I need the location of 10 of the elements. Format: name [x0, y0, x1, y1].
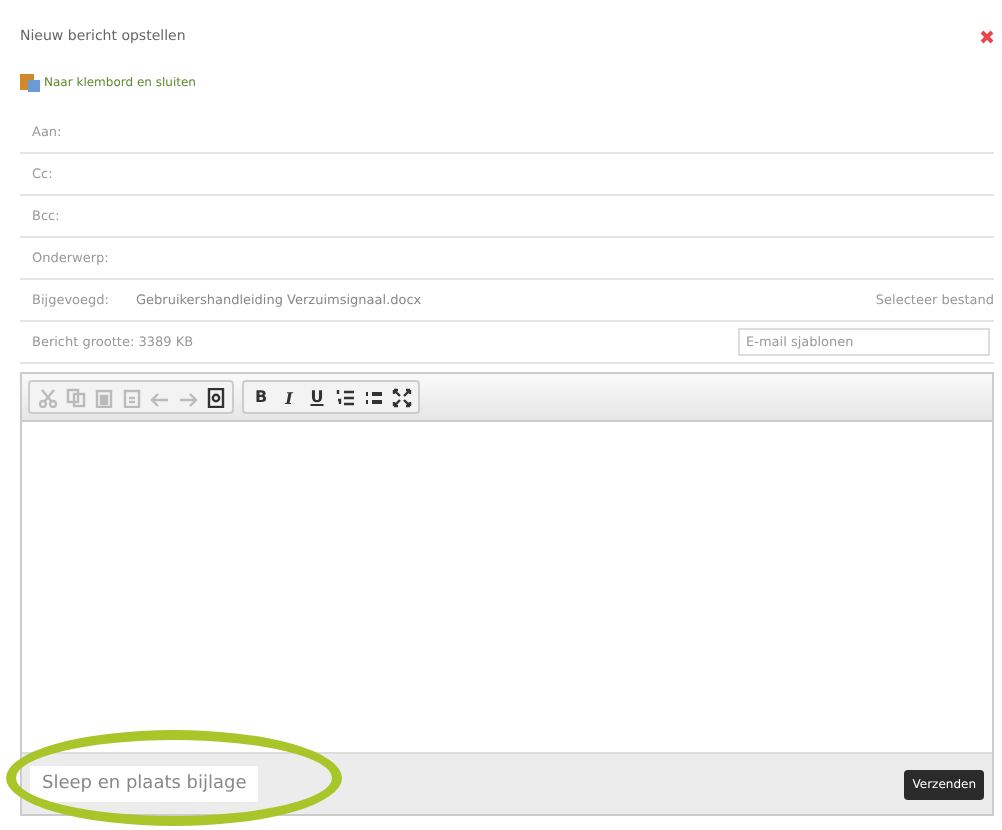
bold-button[interactable]: B	[250, 386, 272, 408]
italic-button[interactable]: I	[278, 386, 300, 408]
drop-zone[interactable]: Sleep en plaats bijlage	[30, 766, 259, 802]
clipboard-icon	[20, 72, 40, 92]
maximize-icon[interactable]	[390, 386, 412, 408]
bulleted-list-icon[interactable]	[362, 386, 384, 408]
close-icon[interactable]	[980, 29, 994, 43]
numbered-list-icon[interactable]	[334, 386, 356, 408]
preview-icon[interactable]	[204, 386, 226, 408]
underline-button[interactable]: U	[306, 386, 328, 408]
